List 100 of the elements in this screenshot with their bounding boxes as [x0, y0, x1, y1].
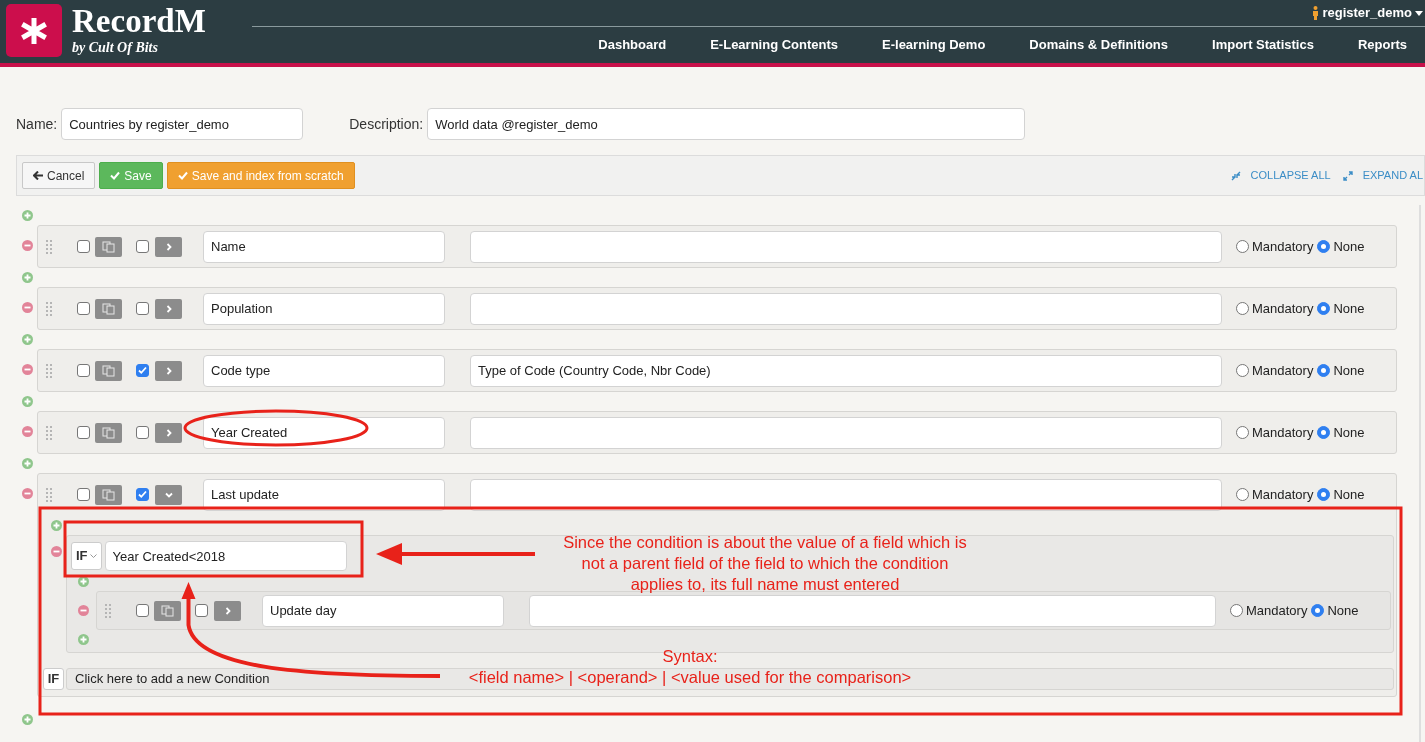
- radio-button[interactable]: [1317, 240, 1331, 253]
- expand-icon: [1342, 170, 1353, 181]
- remove-icon[interactable]: [78, 605, 89, 616]
- remove-icon[interactable]: [51, 546, 62, 557]
- duplicate-button[interactable]: [154, 600, 181, 621]
- nav-link[interactable]: Reports: [1357, 35, 1407, 55]
- radio-label: Mandatory: [1252, 423, 1314, 442]
- add-condition-button[interactable]: Click here to add a new Condition: [75, 669, 270, 689]
- checkbox[interactable]: [77, 240, 90, 253]
- duplicate-button[interactable]: [95, 422, 122, 443]
- field-description-input[interactable]: Type of Code (Country Code, Nbr Code): [470, 354, 1222, 387]
- duplicate-button[interactable]: [95, 236, 122, 257]
- duplicate-button[interactable]: [95, 484, 122, 505]
- checkbox[interactable]: [136, 426, 149, 439]
- user-menu[interactable]: register_demo: [1312, 3, 1423, 23]
- copy-icon: [102, 302, 115, 315]
- nav-link[interactable]: E-Learning Contents: [710, 35, 839, 55]
- expand-button[interactable]: [155, 298, 182, 319]
- radio-label: Mandatory: [1252, 237, 1314, 256]
- field-description-input[interactable]: [470, 478, 1222, 511]
- nav-link[interactable]: Domains & Definitions: [1029, 35, 1168, 55]
- record-description-input[interactable]: World data @register_demo: [427, 108, 1026, 140]
- logo[interactable]: [6, 4, 62, 57]
- add-icon[interactable]: [78, 633, 89, 645]
- radio-button[interactable]: [1311, 604, 1325, 617]
- syntax-note: Syntax: <field name> | <operand> | <value used for the comparison>: [467, 646, 913, 688]
- radio-button[interactable]: [1317, 364, 1331, 377]
- checkbox[interactable]: [195, 604, 208, 617]
- checkbox[interactable]: [136, 364, 149, 377]
- radio-button[interactable]: [1317, 426, 1331, 439]
- arrow-left-icon: [33, 171, 43, 180]
- expand-button[interactable]: [214, 600, 241, 621]
- field-name-input[interactable]: Name: [203, 230, 445, 263]
- field-name-input[interactable]: Update day: [262, 594, 504, 627]
- add-icon[interactable]: [22, 396, 33, 407]
- checkbox[interactable]: [77, 488, 90, 501]
- checkbox[interactable]: [136, 302, 149, 315]
- drag-handle-icon[interactable]: [105, 603, 111, 618]
- add-icon[interactable]: [22, 210, 33, 221]
- radio-button[interactable]: [1236, 426, 1249, 439]
- add-icon[interactable]: [22, 458, 33, 469]
- radio-button[interactable]: [1236, 302, 1249, 315]
- radio-button[interactable]: [1236, 364, 1249, 377]
- add-icon[interactable]: [78, 575, 89, 587]
- add-icon[interactable]: [22, 334, 33, 345]
- drag-handle-icon[interactable]: [46, 487, 52, 502]
- drag-handle-icon[interactable]: [46, 363, 52, 378]
- remove-icon[interactable]: [22, 240, 33, 251]
- field-name-input[interactable]: Year Created: [203, 416, 445, 449]
- condition-expression-input[interactable]: Year Created<2018: [104, 541, 347, 571]
- radio-button[interactable]: [1317, 488, 1331, 501]
- field-description-input[interactable]: [470, 230, 1222, 263]
- field-name-input[interactable]: Last update: [203, 478, 445, 511]
- field-name-input[interactable]: Population: [203, 292, 445, 325]
- checkbox[interactable]: [136, 240, 149, 253]
- field-description-input[interactable]: [470, 292, 1222, 325]
- remove-icon[interactable]: [22, 426, 33, 437]
- radio-label: None: [1333, 299, 1365, 318]
- checkbox[interactable]: [77, 364, 90, 377]
- remove-icon[interactable]: [22, 364, 33, 375]
- nav-link[interactable]: Import Statistics: [1212, 35, 1314, 55]
- checkbox[interactable]: [136, 604, 149, 617]
- duplicate-button[interactable]: [95, 298, 122, 319]
- checkbox[interactable]: [136, 488, 149, 501]
- add-icon[interactable]: [51, 519, 62, 531]
- checkbox[interactable]: [77, 302, 90, 315]
- radio-button[interactable]: [1236, 240, 1249, 253]
- radio-button[interactable]: [1230, 604, 1243, 617]
- expand-button[interactable]: [155, 360, 182, 381]
- condition-operator-label: IF: [43, 668, 64, 690]
- field-description-input[interactable]: [529, 594, 1216, 627]
- nav-link[interactable]: E-learning Demo: [882, 35, 986, 55]
- remove-icon[interactable]: [22, 488, 33, 499]
- person-icon: [1312, 6, 1320, 20]
- cancel-button[interactable]: Cancel: [22, 162, 96, 189]
- app-subtitle: by Cult Of Bits: [72, 40, 159, 56]
- caret-icon: [1415, 10, 1423, 16]
- duplicate-button[interactable]: [95, 360, 122, 381]
- field-name-input[interactable]: Code type: [203, 354, 445, 387]
- copy-icon: [161, 604, 174, 617]
- radio-button[interactable]: [1317, 302, 1331, 315]
- drag-handle-icon[interactable]: [46, 301, 52, 316]
- add-icon[interactable]: [22, 272, 33, 283]
- drag-handle-icon[interactable]: [46, 425, 52, 440]
- radio-label: None: [1333, 237, 1365, 256]
- nav-link[interactable]: Dashboard: [598, 35, 667, 55]
- remove-icon[interactable]: [22, 302, 33, 313]
- expand-button[interactable]: [155, 422, 182, 443]
- record-name-input[interactable]: Countries by register_demo: [61, 108, 304, 140]
- condition-operator-select[interactable]: IF: [71, 542, 102, 570]
- radio-label: Mandatory: [1252, 361, 1314, 380]
- caret-icon: [89, 553, 97, 559]
- field-description-input[interactable]: [470, 416, 1222, 449]
- drag-handle-icon[interactable]: [46, 239, 52, 254]
- checkbox[interactable]: [77, 426, 90, 439]
- radio-button[interactable]: [1236, 488, 1249, 501]
- add-icon[interactable]: [22, 713, 33, 725]
- expand-button[interactable]: [155, 484, 182, 505]
- checkmark-icon: [177, 171, 188, 180]
- expand-button[interactable]: [155, 236, 182, 257]
